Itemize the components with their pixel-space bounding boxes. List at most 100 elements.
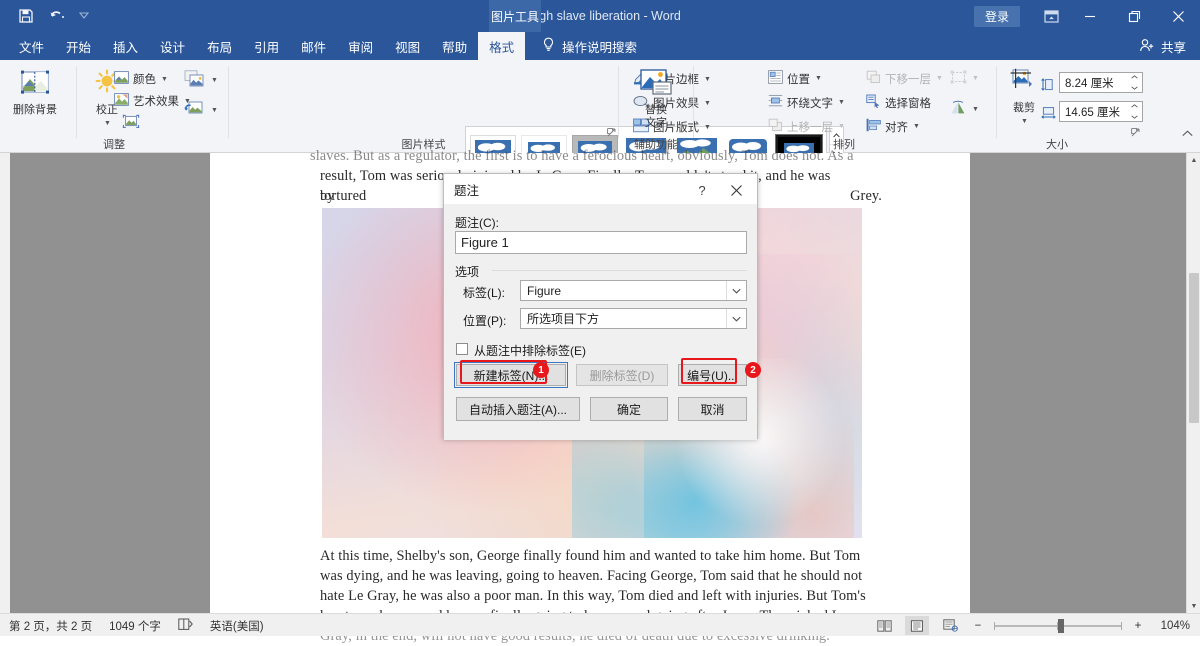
label-combobox[interactable]: Figure xyxy=(520,280,747,301)
rotate-caret-icon[interactable]: ▼ xyxy=(972,106,979,113)
ok-button[interactable]: 确定 xyxy=(590,397,668,421)
shape-height-spinner[interactable] xyxy=(1129,75,1140,90)
wrap-text-icon xyxy=(768,94,783,111)
tab-home[interactable]: 开始 xyxy=(55,32,102,60)
doc-line-above-1: slaves. But as a regulator, the first is… xyxy=(310,148,854,164)
position-icon xyxy=(768,70,783,87)
scroll-down-icon[interactable]: ▼ xyxy=(1187,599,1200,613)
color-item[interactable]: 颜色 ▼ xyxy=(114,70,168,88)
autocaption-button[interactable]: 自动插入题注(A)... xyxy=(456,397,580,421)
exclude-label-checkbox[interactable] xyxy=(456,343,468,355)
tell-me-search[interactable]: 操作说明搜索 xyxy=(542,32,637,60)
send-backward-label: 下移一层 xyxy=(885,73,931,86)
alt-text-icon xyxy=(639,68,673,102)
tab-view[interactable]: 视图 xyxy=(384,32,431,60)
align-caret-icon[interactable]: ▼ xyxy=(913,123,920,130)
crop-icon xyxy=(1009,68,1039,100)
tab-design[interactable]: 设计 xyxy=(149,32,196,60)
new-label-button[interactable]: 新建标签(N)... xyxy=(454,362,568,388)
zoom-out-button[interactable]: − xyxy=(971,620,985,632)
sign-in-button[interactable]: 登录 xyxy=(973,5,1020,27)
label-field-label: 标签(L): xyxy=(463,286,506,300)
remove-background-button[interactable]: 删除背景 xyxy=(4,68,66,117)
help-icon[interactable]: ? xyxy=(693,181,711,199)
restore-button[interactable] xyxy=(1112,0,1156,32)
color-caret-icon[interactable]: ▼ xyxy=(161,76,168,83)
alt-text-button[interactable]: 替换 文字 xyxy=(625,68,687,130)
proofing-errors-icon[interactable] xyxy=(178,618,193,634)
options-group-label: 选项 xyxy=(455,265,480,279)
tab-review[interactable]: 审阅 xyxy=(337,32,384,60)
position-combobox[interactable]: 所选项目下方 xyxy=(520,308,747,329)
word-count[interactable]: 1049 个字 xyxy=(109,618,161,634)
caption-input-value: Figure 1 xyxy=(461,235,509,250)
crop-caret-icon[interactable]: ▼ xyxy=(1021,115,1028,128)
share-label: 共享 xyxy=(1160,40,1186,55)
wrap-text-item[interactable]: 环绕文字 ▼ xyxy=(768,94,845,111)
position-item[interactable]: 位置 ▼ xyxy=(768,70,822,87)
artistic-effects-item[interactable]: 艺术效果 ▼ xyxy=(114,92,191,110)
customize-qat-icon[interactable] xyxy=(78,8,94,24)
position-field-label: 位置(P): xyxy=(463,314,507,328)
ribbon-tab-bar: 文件 开始 插入 设计 布局 引用 邮件 审阅 视图 帮助 格式 操作说明搜索 … xyxy=(0,32,1200,60)
change-picture-item[interactable]: ▼ xyxy=(184,70,218,91)
close-button[interactable] xyxy=(1156,0,1200,32)
tab-references[interactable]: 引用 xyxy=(243,32,290,60)
page-info[interactable]: 第 2 页，共 2 页 xyxy=(9,618,92,634)
shape-width-input[interactable]: 14.65 厘米 xyxy=(1059,101,1143,122)
align-item[interactable]: 对齐 ▼ xyxy=(866,118,920,135)
color-label: 颜色 xyxy=(133,74,156,86)
tab-mailings[interactable]: 邮件 xyxy=(290,32,337,60)
numbering-button[interactable]: 编号(U)... xyxy=(678,364,747,386)
tab-layout[interactable]: 布局 xyxy=(196,32,243,60)
collapse-ribbon-icon[interactable] xyxy=(1182,129,1193,139)
wrap-text-caret-icon[interactable]: ▼ xyxy=(838,99,845,106)
ribbon-display-options-icon[interactable] xyxy=(1034,0,1068,32)
dialog-close-icon[interactable] xyxy=(723,180,749,200)
zoom-slider[interactable] xyxy=(994,618,1122,634)
reset-picture-caret-icon[interactable]: ▼ xyxy=(211,107,218,114)
read-mode-icon[interactable] xyxy=(872,616,896,635)
chevron-down-icon[interactable] xyxy=(726,309,746,328)
tab-file[interactable]: 文件 xyxy=(8,32,55,60)
shape-height-input[interactable]: 8.24 厘米 xyxy=(1059,72,1143,93)
rotate-item[interactable]: ▼ xyxy=(950,100,979,118)
title-bar: Tough slave liberation - Word 图片工具 登录 xyxy=(0,0,1200,32)
selection-pane-item[interactable]: 选择窗格 xyxy=(866,94,931,111)
bring-forward-icon xyxy=(768,118,783,135)
cancel-button[interactable]: 取消 xyxy=(678,397,747,421)
position-caret-icon[interactable]: ▼ xyxy=(815,75,822,82)
undo-icon[interactable] xyxy=(48,8,64,24)
reset-picture-item[interactable]: ▼ xyxy=(184,100,218,121)
compress-pictures-item[interactable] xyxy=(122,114,140,133)
web-layout-icon[interactable] xyxy=(938,616,962,635)
dialog-body: 题注(C): Figure 1 选项 标签(L): Figure 位置(P): … xyxy=(444,204,757,440)
minimize-button[interactable] xyxy=(1068,0,1112,32)
doc-line-below-1: At this time, Shelby's son, George final… xyxy=(320,548,861,564)
shape-width-spinner[interactable] xyxy=(1129,104,1140,119)
lightbulb-icon xyxy=(542,37,555,55)
picture-tools-contextual-label: 图片工具 xyxy=(489,0,541,32)
chevron-down-icon[interactable] xyxy=(726,281,746,300)
tab-help[interactable]: 帮助 xyxy=(431,32,478,60)
share-button[interactable]: 共享 xyxy=(1139,32,1186,60)
tab-format[interactable]: 格式 xyxy=(478,32,526,60)
scrollbar-thumb[interactable] xyxy=(1189,273,1199,423)
change-picture-caret-icon[interactable]: ▼ xyxy=(211,77,218,84)
zoom-slider-thumb[interactable] xyxy=(1058,618,1064,633)
window-controls: 登录 xyxy=(973,0,1200,32)
ribbon-group-arrange: 位置 ▼ 环绕文字 ▼ 上移一层 ▼ 下移一层 ▼ 选择窗格 对齐 ▼ ▼ ▼ … xyxy=(694,60,996,153)
zoom-tick xyxy=(1121,621,1122,630)
caption-input[interactable]: Figure 1 xyxy=(455,231,747,254)
tab-insert[interactable]: 插入 xyxy=(102,32,149,60)
group-icon xyxy=(950,70,967,87)
size-dialog-launcher[interactable] xyxy=(1131,128,1140,139)
save-icon[interactable] xyxy=(18,8,34,24)
print-layout-icon[interactable] xyxy=(905,616,929,635)
scroll-up-icon[interactable]: ▲ xyxy=(1187,153,1200,167)
vertical-scrollbar[interactable]: ▲ ▼ xyxy=(1186,153,1200,613)
zoom-in-button[interactable]: + xyxy=(1131,620,1145,632)
corrections-caret-icon[interactable]: ▼ xyxy=(104,117,111,130)
zoom-level[interactable]: 104% xyxy=(1154,620,1190,632)
language-indicator[interactable]: 英语(美国) xyxy=(210,618,264,634)
